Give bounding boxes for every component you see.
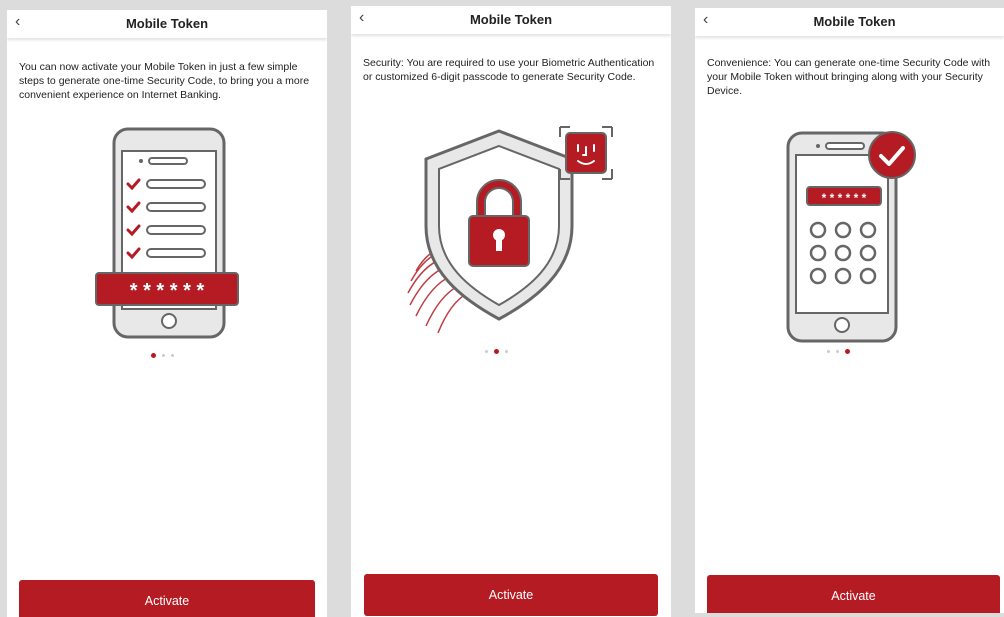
onboarding-screen-3: ‹ Mobile Token Convenience: You can gene… (695, 8, 1004, 613)
phone-checklist-illustration: * * * * * * (95, 127, 239, 339)
page-indicator (485, 349, 508, 354)
page-indicator (827, 349, 850, 354)
page-dot-1 (827, 350, 830, 353)
activate-button[interactable]: Activate (364, 574, 658, 616)
page-dot-3 (171, 354, 174, 357)
page-dot-1 (485, 350, 488, 353)
activate-button[interactable]: Activate (19, 580, 315, 617)
page-dot-3 (845, 349, 850, 354)
page-dot-3 (505, 350, 508, 353)
intro-description: You can now activate your Mobile Token i… (19, 61, 310, 101)
onboarding-screen-1: ‹ Mobile Token You can now activate your… (7, 10, 327, 617)
page-dot-1 (151, 353, 156, 358)
page-dot-2 (836, 350, 839, 353)
page-dot-2 (162, 354, 165, 357)
phone-keypad-illustration: * * * * * * (786, 131, 916, 343)
page-title: Mobile Token (813, 14, 896, 29)
page-dot-2 (494, 349, 499, 354)
passcode-mask: * * * * * * (822, 191, 867, 205)
onboarding-screen-2: ‹ Mobile Token Security: You are require… (351, 6, 671, 617)
app-header: ‹ Mobile Token (695, 8, 1004, 36)
convenience-description: Convenience: You can generate one-time S… (707, 57, 991, 97)
page-indicator (151, 353, 174, 358)
page-title: Mobile Token (125, 16, 209, 31)
activate-button[interactable]: Activate (707, 575, 1000, 613)
security-description: Security: You are required to use your B… (363, 57, 655, 83)
app-header: ‹ Mobile Token (7, 10, 327, 38)
page-title: Mobile Token (469, 12, 553, 27)
passcode-mask: * * * * * * (130, 280, 205, 302)
shield-lock-illustration (407, 126, 613, 334)
app-header: ‹ Mobile Token (351, 6, 671, 34)
